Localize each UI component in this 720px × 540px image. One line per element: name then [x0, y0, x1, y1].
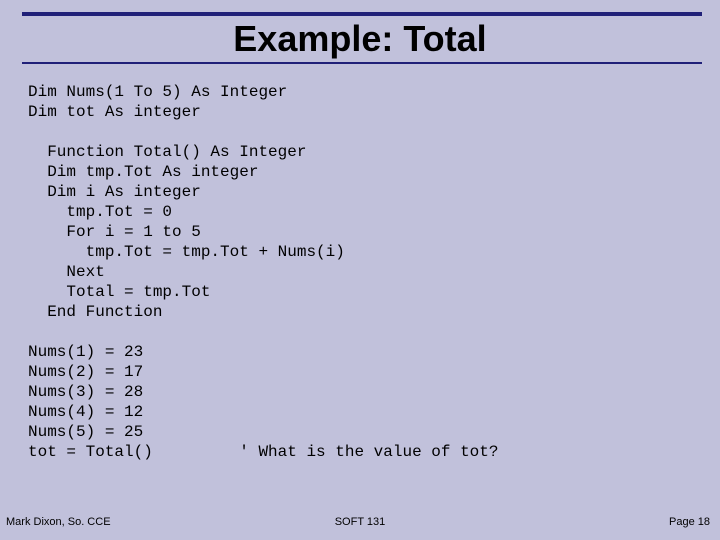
footer-course: SOFT 131: [0, 516, 720, 528]
title-rule-under: [22, 62, 702, 64]
footer-page: Page 18: [669, 516, 710, 528]
code-block: Dim Nums(1 To 5) As Integer Dim tot As i…: [28, 82, 498, 462]
footer: Mark Dixon, So. CCE SOFT 131 Page 18: [0, 516, 720, 532]
slide-title: Example: Total: [0, 18, 720, 60]
title-rule-top: [22, 12, 702, 16]
